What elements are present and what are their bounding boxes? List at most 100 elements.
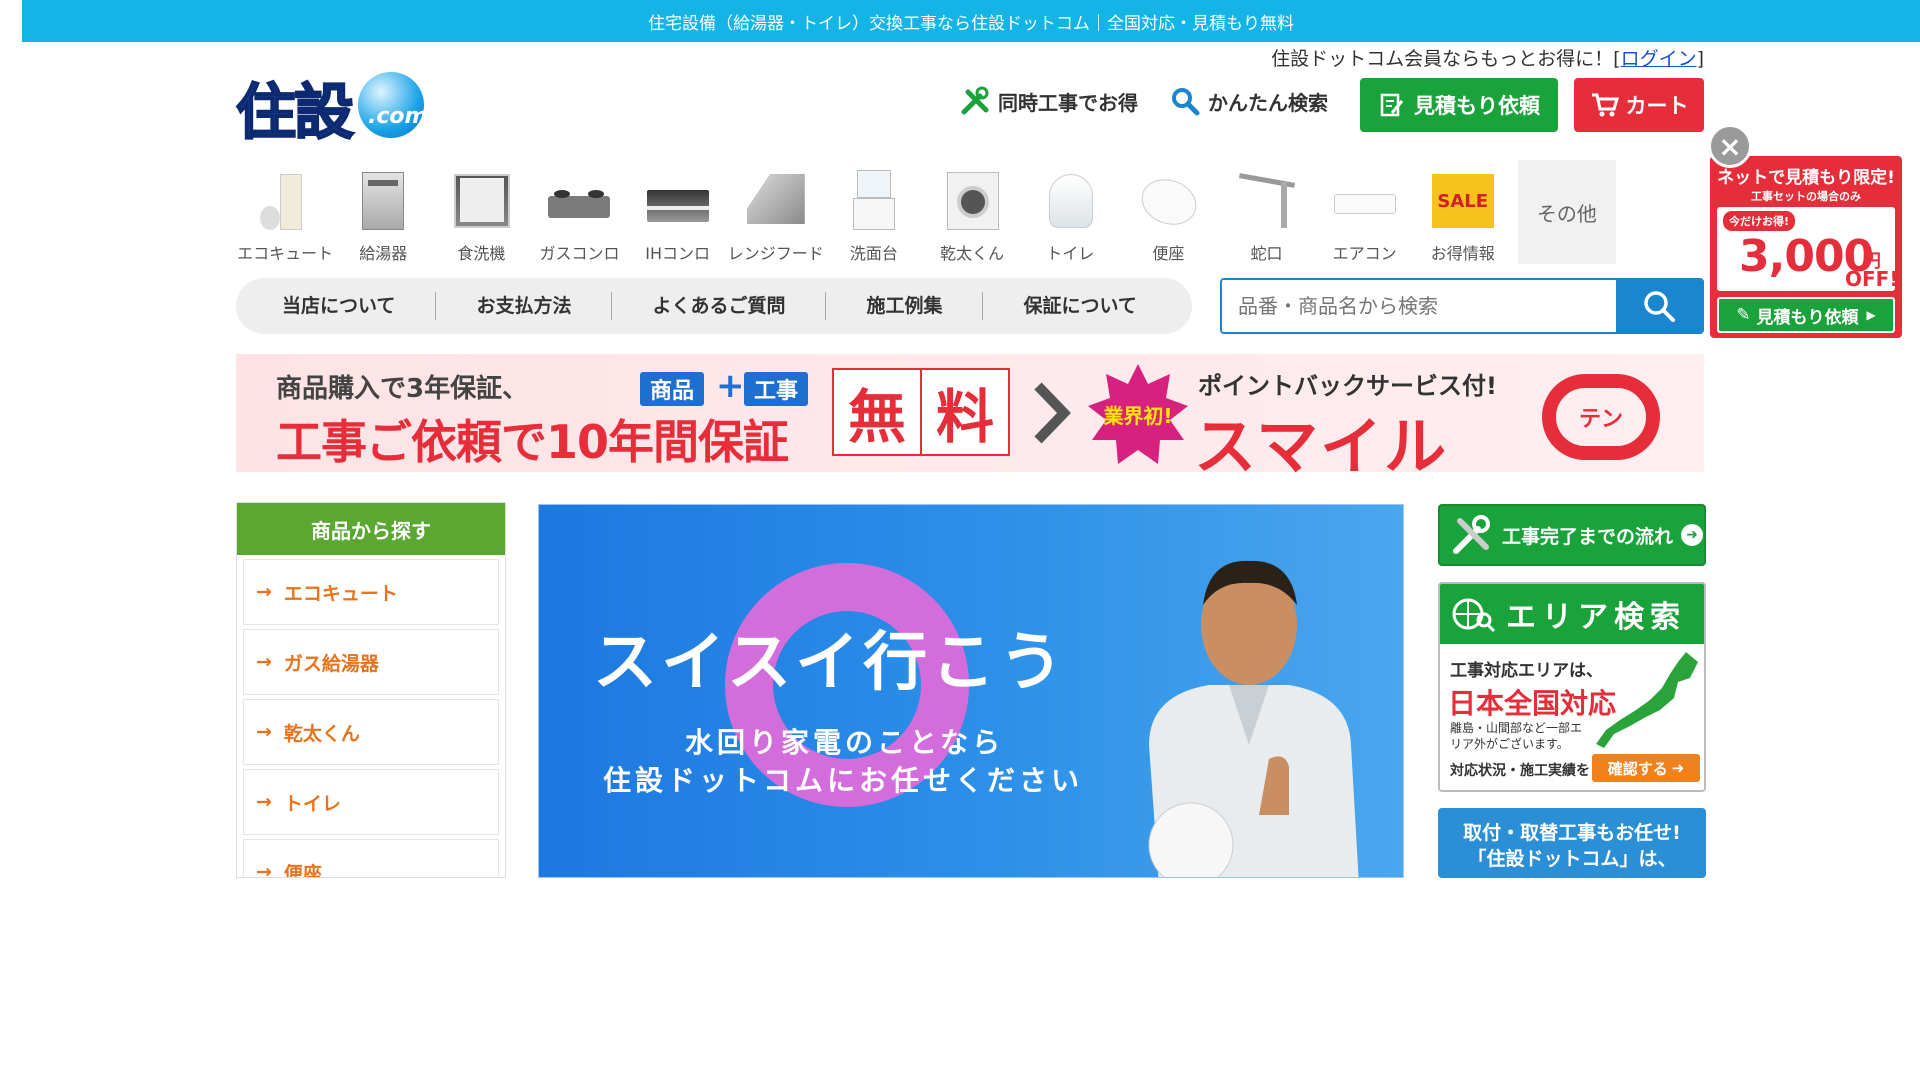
globe-search-icon [1452,598,1496,633]
dishwasher-icon [446,170,516,232]
dryer-icon [937,170,1007,232]
category-label: 洗面台 [849,244,898,263]
arrow-right-icon: → [256,581,272,603]
install-promo-line1: 取付・取替工事もお任せ! [1463,822,1681,844]
logo-com: .com [368,104,428,129]
cart-label: カート [1625,94,1689,118]
area-confirm-label: 確認する [1607,759,1668,778]
category-aircon[interactable]: エアコン [1316,160,1414,264]
hero-subtitle-1: 水回り家電のことなら [685,726,1005,759]
aircon-icon [1330,170,1400,232]
area-search-header: エリア検索 [1440,584,1704,644]
promo-subtitle: 工事セットの場合のみ [1751,190,1861,203]
banner-tag-product: 商品 [640,372,705,406]
hero-banner[interactable]: スイスイ行こう 水回り家電のことなら 住設ドットコムにお任せください [538,504,1404,878]
promo-badge: 今だけお得! [1723,211,1796,231]
sale-icon: SALE [1428,170,1498,232]
sidebar-item-dryer[interactable]: → 乾太くん [243,699,499,765]
ecocute-icon [250,170,320,232]
install-promo-line2: 「住設ドットコム」は、 [1467,848,1677,870]
area-confirm-button[interactable]: 確認する ➜ [1592,754,1700,782]
category-label: 便座 [1152,244,1185,263]
hero-title: スイスイ行こう [593,626,1068,700]
sidebar-item-toilet-seat[interactable]: → 便座 [243,839,499,878]
sidebar-item-label: エコキュート [283,582,398,605]
search-icon [1644,291,1675,322]
easy-search-link[interactable]: かんたん検索 [1170,86,1328,116]
category-label: トイレ [1046,244,1095,263]
category-range-hood[interactable]: レンジフード [727,160,825,264]
easy-search-label: かんたん検索 [1208,90,1328,115]
arrow-right-icon: → [256,861,272,878]
simultaneous-work-label: 同時工事でお得 [998,90,1138,115]
sidebar-item-label: トイレ [283,792,341,815]
warranty-banner[interactable]: 商品購入で3年保証、 工事ご依頼で10年間保証 商品 + 工事 無料 業界初! … [236,354,1704,472]
estimate-request-button[interactable]: 見積もり依頼 [1360,78,1558,132]
arrow-right-icon: → [256,791,272,813]
banner-tag-work: 工事 [744,372,809,406]
category-toilet-seat[interactable]: 便座 [1119,160,1217,264]
promo-amount-box: 今だけお得! 3,000 円 OFF! [1717,207,1899,291]
category-label: ガスコンロ [539,244,620,263]
sidebar-item-gas-heater[interactable]: → ガス給湯器 [243,629,499,695]
toilet-seat-icon [1133,170,1204,233]
category-sale[interactable]: SALE お得情報 [1414,160,1512,264]
estimate-discount-popup[interactable]: ネットで見積もり限定! 工事セットの場合のみ 今だけお得! 3,000 円 OF… [1710,156,1902,338]
banner-smile: スマイル [1194,410,1449,472]
gas-stove-icon [544,170,614,232]
promo-estimate-button[interactable]: ✎ 見積もり依頼 ▶ [1717,297,1895,333]
gnav-about[interactable]: 当店について [260,292,437,320]
gnav-payment[interactable]: お支払方法 [436,292,613,320]
top-announcement-bar: 住宅設備（給湯器・トイレ）交換工事なら住設ドットコム｜全国対応・見積もり無料 [22,0,1920,42]
logo-text: 住設 [235,77,355,149]
search-form [1220,278,1704,334]
construction-flow-button[interactable]: 工事完了までの流れ ➜ [1438,504,1706,566]
category-label: 給湯器 [359,244,408,263]
document-edit-icon: ✎ [1736,305,1751,325]
category-dryer[interactable]: 乾太くん [923,160,1021,264]
faucet-icon [1231,170,1301,232]
close-icon[interactable]: × [1708,124,1752,168]
cart-button[interactable]: カート [1574,78,1704,132]
sidebar-item-toilet[interactable]: → トイレ [243,769,499,835]
global-nav: 当店について お支払方法 よくあるご質問 施工例集 保証について [236,278,1192,334]
simultaneous-work-link[interactable]: 同時工事でお得 [960,86,1138,116]
category-label: 蛇口 [1250,244,1283,263]
industry-first-text: 業界初! [1103,404,1173,428]
search-input[interactable] [1222,280,1616,332]
area-text-d: 対応状況・施工実績を [1450,763,1590,779]
gnav-faq[interactable]: よくあるご質問 [612,292,827,320]
construction-flow-label: 工事完了までの流れ [1502,525,1674,548]
top-announcement-text: 住宅設備（給湯器・トイレ）交換工事なら住設ドットコム｜全国対応・見積もり無料 [648,13,1294,34]
category-icon-row: エコキュート 給湯器 食洗機 ガスコンロ IHコンロ レンジフード 洗面台 乾太… [236,160,1616,264]
search-button[interactable] [1616,280,1702,332]
category-gas-stove[interactable]: ガスコンロ [530,160,628,264]
promo-off: OFF! [1845,267,1899,291]
document-edit-icon [1380,93,1404,117]
category-faucet[interactable]: 蛇口 [1217,160,1315,264]
category-toilet[interactable]: トイレ [1021,160,1119,264]
area-search-panel[interactable]: エリア検索 工事対応エリアは、 日本全国対応 離島・山間部など一部エリア外がござ… [1438,582,1706,792]
gnav-warranty[interactable]: 保証について [983,292,1176,320]
category-dishwasher[interactable]: 食洗機 [432,160,530,264]
arrow-right-icon: → [256,721,272,743]
washbasin-icon [839,170,909,232]
area-text-c: 離島・山間部など一部エリア外がございます。 [1450,721,1583,751]
area-text-a: 工事対応エリアは、 [1450,661,1603,681]
login-link[interactable]: ログイン [1621,48,1697,70]
toilet-icon [1035,170,1105,232]
sale-badge: SALE [1431,174,1494,228]
chevron-right-icon: ▶ [1866,308,1876,322]
category-ecocute[interactable]: エコキュート [236,160,334,264]
estimate-request-label: 見積もり依頼 [1414,94,1540,118]
category-ih-stove[interactable]: IHコンロ [629,160,727,264]
category-washbasin[interactable]: 洗面台 [825,160,923,264]
category-water-heater[interactable]: 給湯器 [334,160,432,264]
site-logo[interactable]: 住設 .com [235,64,436,149]
category-other[interactable]: その他 [1517,160,1616,264]
install-promo-panel[interactable]: 取付・取替工事もお任せ! 「住設ドットコム」は、 [1438,808,1706,878]
member-notice-suffix: ] [1696,48,1704,70]
area-text-b: 日本全国対応 [1448,687,1617,720]
gnav-examples[interactable]: 施工例集 [826,292,984,320]
sidebar-item-ecocute[interactable]: → エコキュート [243,559,499,625]
